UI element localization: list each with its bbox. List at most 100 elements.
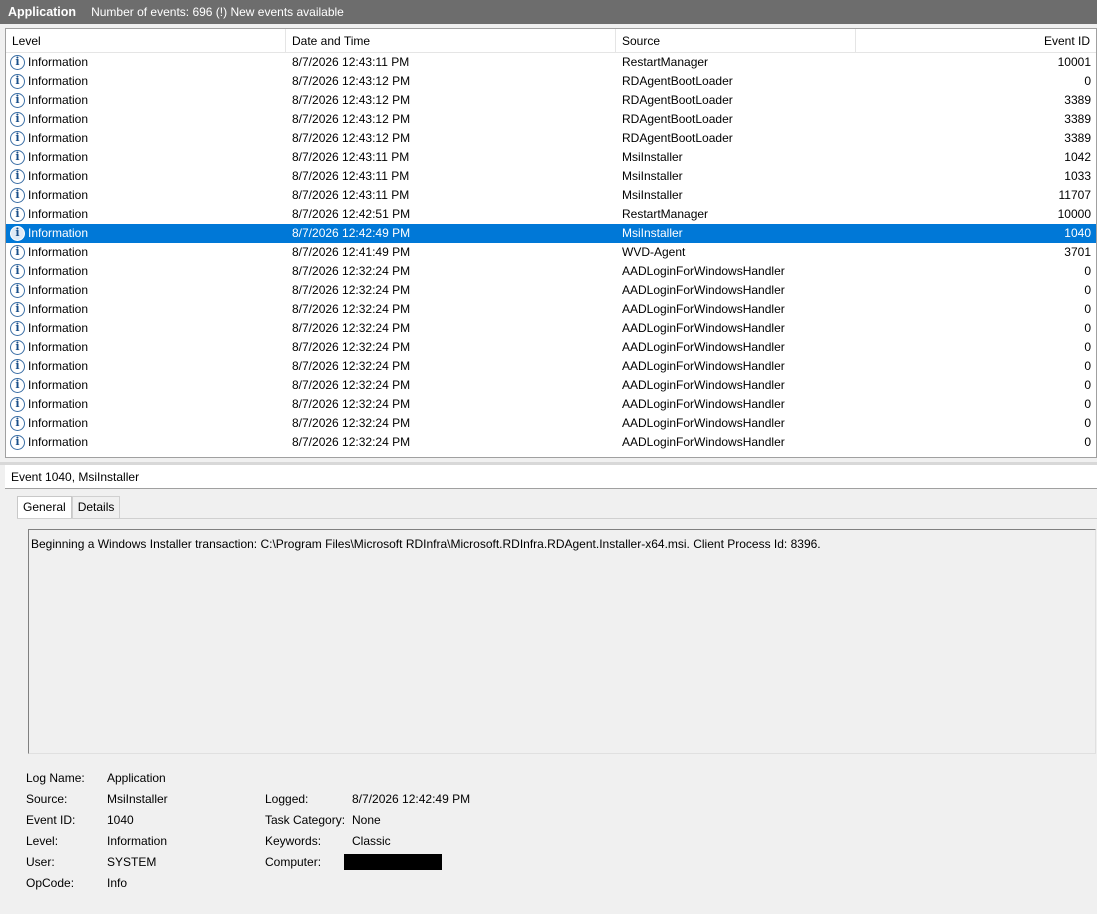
detail-tabs: General Details (17, 496, 121, 518)
table-row[interactable]: i Information 8/7/2026 12:32:24 PM AADLogin… (6, 376, 1096, 395)
date-time-cell: 8/7/2026 12:43:12 PM (292, 74, 411, 88)
table-row[interactable]: i Information 8/7/2026 12:43:12 PM RDAgentB… (6, 91, 1096, 110)
tab-details[interactable]: Details (71, 496, 121, 518)
events-grid[interactable]: Level Date and Time Source Event ID i Inf… (5, 28, 1097, 458)
source-cell: RDAgentBootLoader (622, 131, 733, 145)
column-header-level[interactable]: Level (6, 29, 286, 53)
log-name-title: Application (8, 5, 77, 19)
table-row[interactable]: i Information 8/7/2026 12:43:11 PM MsiInsta… (6, 148, 1096, 167)
table-row[interactable]: i Information 8/7/2026 12:43:11 PM MsiInsta… (6, 167, 1096, 186)
information-icon: i (10, 359, 25, 374)
level-text: Information (28, 321, 89, 335)
date-time-cell: 8/7/2026 12:32:24 PM (292, 359, 411, 373)
information-icon: i (10, 74, 25, 89)
level-cell: i Information (10, 357, 286, 376)
table-row[interactable]: i Information 8/7/2026 12:32:24 PM AADLogin… (6, 414, 1096, 433)
information-icon: i (10, 321, 25, 336)
source-cell: RDAgentBootLoader (622, 112, 733, 126)
table-row[interactable]: i Information 8/7/2026 12:43:11 PM MsiInsta… (6, 186, 1096, 205)
date-time-cell: 8/7/2026 12:43:12 PM (292, 112, 411, 126)
event-id-cell: 3701 (1064, 245, 1091, 259)
table-row[interactable]: i Information 8/7/2026 12:43:12 PM RDAgentB… (6, 72, 1096, 91)
date-time-cell: 8/7/2026 12:32:24 PM (292, 435, 411, 449)
event-id-cell: 1042 (1064, 150, 1091, 164)
event-id-cell: 0 (1084, 340, 1091, 354)
source-cell: AADLoginForWindowsHandler (622, 416, 785, 430)
source-cell: AADLoginForWindowsHandler (622, 321, 785, 335)
table-row[interactable]: i Information 8/7/2026 12:32:24 PM AADLogin… (6, 262, 1096, 281)
event-id-cell: 1033 (1064, 169, 1091, 183)
table-row[interactable]: i Information 8/7/2026 12:32:24 PM AADLogin… (6, 433, 1096, 452)
column-header-date-time[interactable]: Date and Time (286, 29, 616, 53)
level-text: Information (28, 188, 89, 202)
level-cell: i Information (10, 205, 286, 224)
source-cell: MsiInstaller (622, 188, 683, 202)
column-header-source[interactable]: Source (616, 29, 856, 53)
level-cell: i Information (10, 281, 286, 300)
table-row[interactable]: i Information 8/7/2026 12:32:24 PM AADLogin… (6, 357, 1096, 376)
information-icon: i (10, 283, 25, 298)
level-text: Information (28, 131, 89, 145)
level-text: Information (28, 302, 89, 316)
information-icon: i (10, 340, 25, 355)
date-time-cell: 8/7/2026 12:32:24 PM (292, 321, 411, 335)
event-id-cell: 0 (1084, 416, 1091, 430)
table-row[interactable]: i Information 8/7/2026 12:32:24 PM AADLogin… (6, 300, 1096, 319)
source-cell: RestartManager (622, 207, 709, 221)
opcode-value: Info (107, 876, 128, 890)
level-cell: i Information (10, 224, 286, 243)
event-id-cell: 3389 (1064, 112, 1091, 126)
computer-label: Computer: (265, 855, 322, 869)
information-icon: i (10, 93, 25, 108)
event-id-cell: 10000 (1057, 207, 1091, 221)
event-count-status: Number of events: 696 (!) New events ava… (91, 5, 344, 19)
level-text: Information (28, 397, 89, 411)
information-icon: i (10, 378, 25, 393)
logged-label: Logged: (265, 792, 309, 806)
event-id-cell: 0 (1084, 435, 1091, 449)
date-time-cell: 8/7/2026 12:32:24 PM (292, 264, 411, 278)
table-row[interactable]: i Information 8/7/2026 12:32:24 PM AADLogin… (6, 395, 1096, 414)
level-cell: i Information (10, 376, 286, 395)
log-name-value: Application (107, 771, 166, 785)
level-cell: i Information (10, 91, 286, 110)
source-cell: AADLoginForWindowsHandler (622, 359, 785, 373)
table-row[interactable]: i Information 8/7/2026 12:41:49 PM WVD-Agen… (6, 243, 1096, 262)
event-description[interactable]: Beginning a Windows Installer transactio… (28, 529, 1096, 754)
level-cell: i Information (10, 148, 286, 167)
table-row[interactable]: i Information 8/7/2026 12:32:24 PM AADLogin… (6, 338, 1096, 357)
event-detail-pane: General Details Beginning a Windows Inst… (5, 490, 1097, 914)
date-time-cell: 8/7/2026 12:32:24 PM (292, 302, 411, 316)
date-time-cell: 8/7/2026 12:41:49 PM (292, 245, 411, 259)
source-value: MsiInstaller (107, 792, 168, 806)
level-text: Information (28, 435, 89, 449)
event-id-cell: 11707 (1058, 188, 1091, 202)
table-row[interactable]: i Information 8/7/2026 12:43:12 PM RDAgentB… (6, 129, 1096, 148)
column-header-event-id[interactable]: Event ID (856, 29, 1096, 53)
information-icon: i (10, 207, 25, 222)
level-text: Information (28, 226, 89, 240)
event-id-cell: 0 (1084, 264, 1091, 278)
information-icon: i (10, 131, 25, 146)
table-row[interactable]: i Information 8/7/2026 12:42:51 PM RestartM… (6, 205, 1096, 224)
table-row[interactable]: i Information 8/7/2026 12:32:24 PM AADLogin… (6, 319, 1096, 338)
date-time-cell: 8/7/2026 12:43:11 PM (292, 169, 410, 183)
level-text: Information (28, 150, 89, 164)
tab-general[interactable]: General (17, 496, 72, 518)
table-row[interactable]: i Information 8/7/2026 12:43:11 PM RestartM… (6, 53, 1096, 72)
level-text: Information (28, 74, 89, 88)
logged-value: 8/7/2026 12:42:49 PM (352, 792, 471, 806)
level-cell: i Information (10, 414, 286, 433)
event-id-value: 1040 (107, 813, 134, 827)
information-icon: i (10, 245, 25, 260)
information-icon: i (10, 302, 25, 317)
level-text: Information (28, 378, 89, 392)
table-row[interactable]: i Information 8/7/2026 12:32:24 PM AADLogin… (6, 281, 1096, 300)
level-cell: i Information (10, 243, 286, 262)
table-row[interactable]: i Information 8/7/2026 12:42:49 PM MsiInsta… (6, 224, 1096, 243)
table-row[interactable]: i Information 8/7/2026 12:43:12 PM RDAgentB… (6, 110, 1096, 129)
information-icon: i (10, 226, 25, 241)
source-cell: MsiInstaller (622, 169, 683, 183)
event-id-cell: 0 (1084, 397, 1091, 411)
source-cell: WVD-Agent (622, 245, 686, 259)
